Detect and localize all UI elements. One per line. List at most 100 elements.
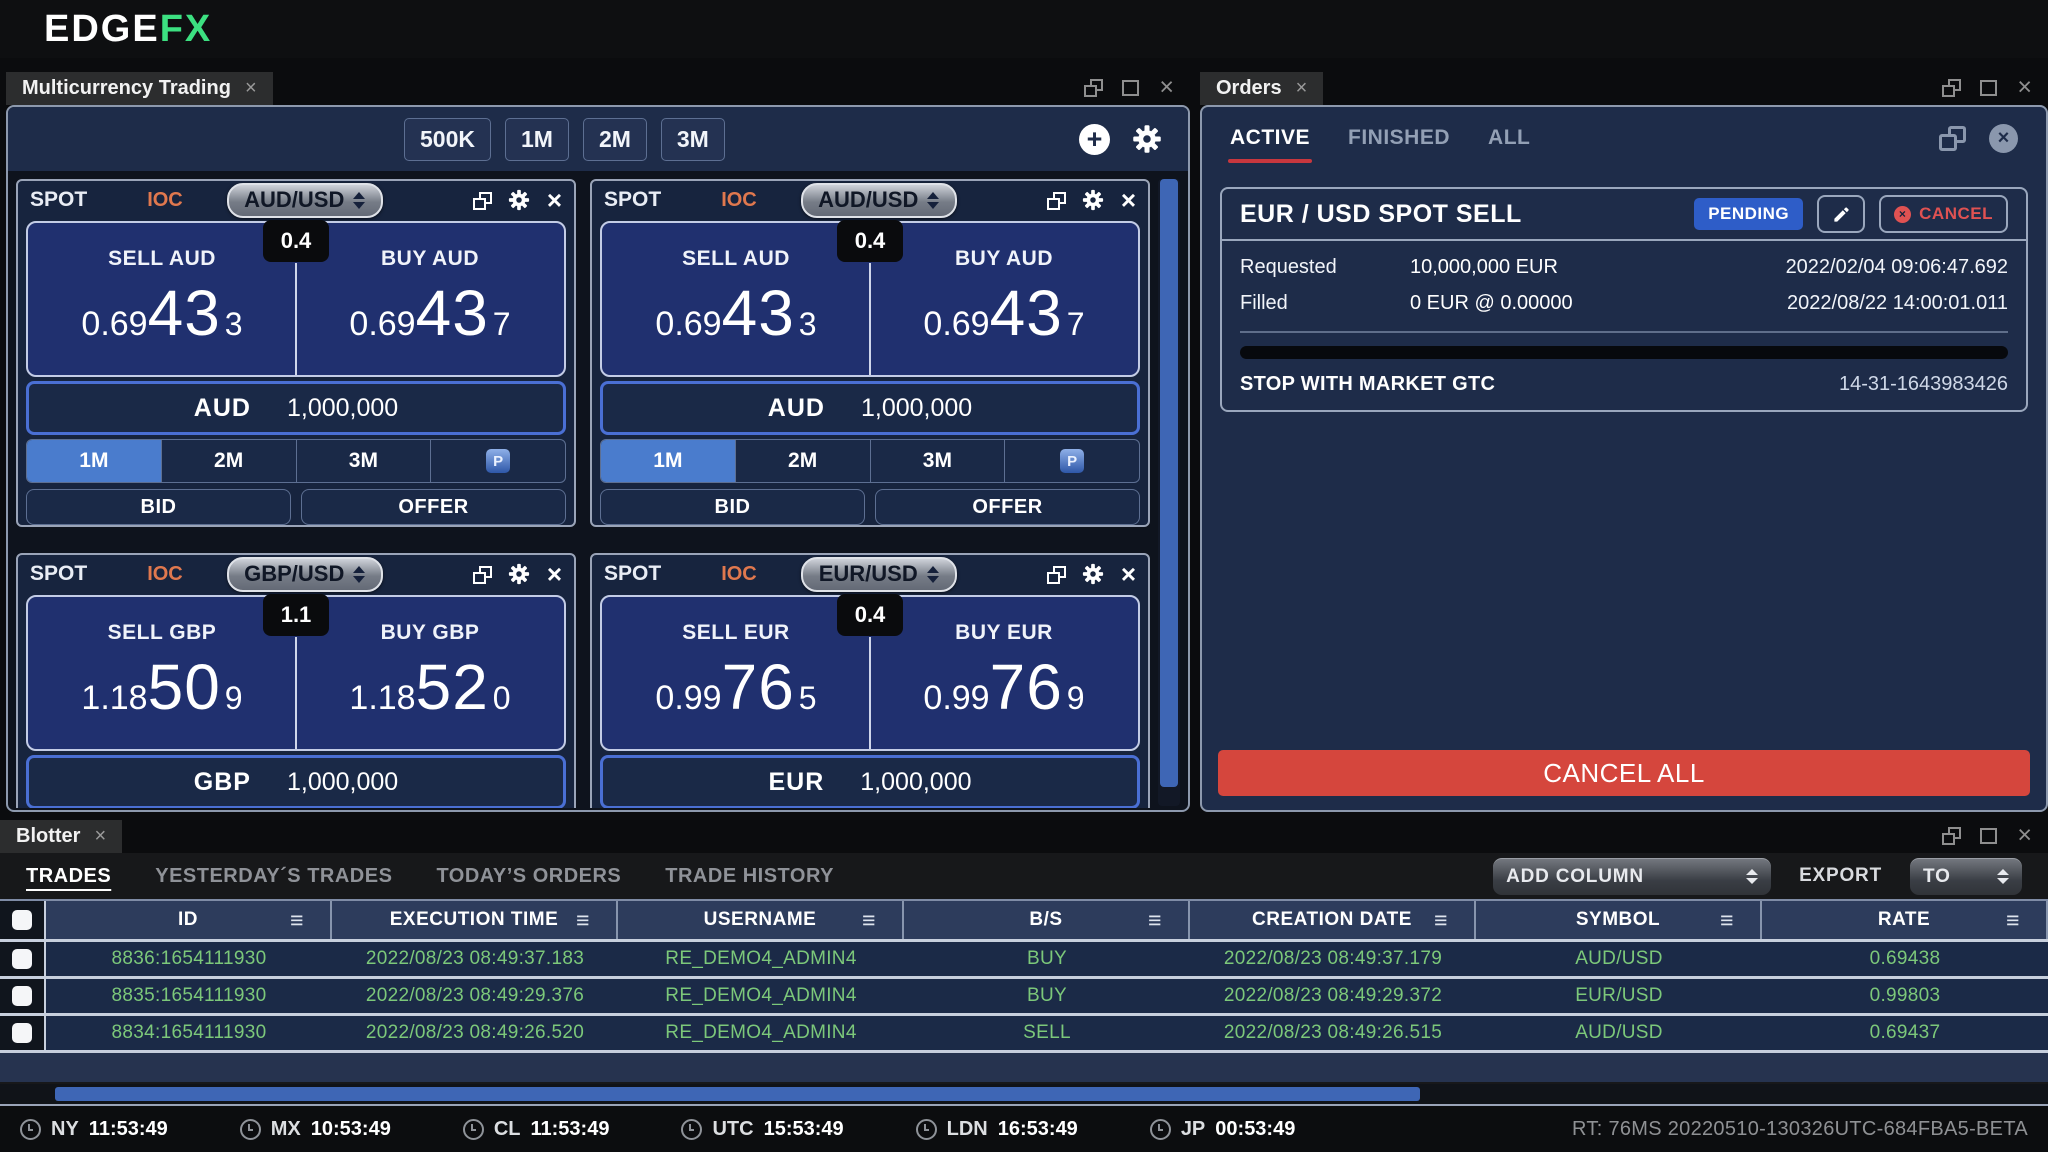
column-menu-icon[interactable]: ≡ bbox=[1720, 907, 1734, 934]
amount-field[interactable]: AUD 1,000,000 bbox=[26, 381, 566, 435]
restore-icon[interactable] bbox=[1942, 79, 1960, 96]
close-icon[interactable]: × bbox=[2017, 827, 2032, 844]
row-checkbox[interactable] bbox=[12, 949, 32, 969]
edit-order-button[interactable] bbox=[1817, 195, 1865, 233]
buy-button[interactable]: BUY GBP 1.18520 bbox=[296, 597, 564, 749]
add-column-select[interactable]: ADD COLUMN bbox=[1493, 858, 1771, 895]
column-menu-icon[interactable]: ≡ bbox=[576, 907, 590, 934]
amount-preset-p[interactable]: P bbox=[1005, 440, 1139, 482]
popout-icon[interactable] bbox=[1047, 192, 1065, 209]
preset-1m-button[interactable]: 1M bbox=[505, 118, 569, 161]
gear-icon[interactable] bbox=[1082, 189, 1104, 211]
gear-icon[interactable] bbox=[508, 189, 530, 211]
offer-button[interactable]: OFFER bbox=[875, 489, 1140, 525]
close-icon[interactable]: × bbox=[547, 561, 562, 587]
column-menu-icon[interactable]: ≡ bbox=[862, 907, 876, 934]
sell-button[interactable]: SELL AUD 0.69433 bbox=[28, 223, 296, 375]
column-header-bs[interactable]: B/S≡ bbox=[904, 901, 1190, 939]
amount-preset-1m[interactable]: 1M bbox=[601, 440, 736, 482]
close-icon[interactable]: × bbox=[1159, 79, 1174, 96]
sell-button[interactable]: SELL GBP 1.18509 bbox=[28, 597, 296, 749]
export-button[interactable]: EXPORT bbox=[1799, 865, 1882, 887]
preset-500k-button[interactable]: 500K bbox=[404, 118, 491, 161]
preset-3m-button[interactable]: 3M bbox=[661, 118, 725, 161]
maximize-icon[interactable] bbox=[1122, 80, 1139, 96]
close-icon[interactable]: × bbox=[547, 187, 562, 213]
bid-button[interactable]: BID bbox=[26, 489, 291, 525]
tab-trade-history[interactable]: TRADE HISTORY bbox=[665, 865, 834, 888]
column-header-id[interactable]: ID≡ bbox=[46, 901, 332, 939]
tab-active[interactable]: ACTIVE bbox=[1230, 126, 1310, 150]
scrollbar-thumb[interactable] bbox=[55, 1087, 1420, 1101]
bid-button[interactable]: BID bbox=[600, 489, 865, 525]
tab-multicurrency-trading[interactable]: Multicurrency Trading × bbox=[6, 72, 273, 105]
add-tile-icon[interactable]: + bbox=[1079, 124, 1110, 155]
sell-button[interactable]: SELL AUD 0.69433 bbox=[602, 223, 870, 375]
column-menu-icon[interactable]: ≡ bbox=[1148, 907, 1162, 934]
tab-all[interactable]: ALL bbox=[1488, 126, 1530, 150]
amount-preset-1m[interactable]: 1M bbox=[27, 440, 162, 482]
table-row[interactable]: 8834:1654111930 2022/08/23 08:49:26.520 … bbox=[0, 1016, 2048, 1053]
offer-button[interactable]: OFFER bbox=[301, 489, 566, 525]
tab-close-icon[interactable]: × bbox=[1296, 77, 1308, 100]
maximize-icon[interactable] bbox=[1980, 828, 1997, 844]
popout-icon[interactable] bbox=[1939, 126, 1965, 150]
currency-pair-select[interactable]: GBP/USD bbox=[227, 557, 383, 592]
column-header-rate[interactable]: RATE≡ bbox=[1762, 901, 2048, 939]
buy-button[interactable]: BUY AUD 0.69437 bbox=[296, 223, 564, 375]
amount-field[interactable]: EUR 1,000,000 bbox=[600, 755, 1140, 808]
maximize-icon[interactable] bbox=[1980, 80, 1997, 96]
column-menu-icon[interactable]: ≡ bbox=[1434, 907, 1448, 934]
column-header-symbol[interactable]: SYMBOL≡ bbox=[1476, 901, 1762, 939]
close-icon[interactable]: × bbox=[1121, 187, 1136, 213]
column-header-execution-time[interactable]: EXECUTION TIME≡ bbox=[332, 901, 618, 939]
row-checkbox[interactable] bbox=[12, 1023, 32, 1043]
currency-pair-select[interactable]: AUD/USD bbox=[227, 183, 383, 218]
gear-icon[interactable] bbox=[508, 563, 530, 585]
tab-close-icon[interactable]: × bbox=[94, 825, 106, 848]
close-icon[interactable]: × bbox=[1121, 561, 1136, 587]
popout-icon[interactable] bbox=[473, 192, 491, 209]
buy-button[interactable]: BUY EUR 0.99769 bbox=[870, 597, 1138, 749]
export-to-select[interactable]: TO bbox=[1910, 858, 2022, 895]
column-menu-icon[interactable]: ≡ bbox=[290, 907, 304, 934]
tab-orders[interactable]: Orders × bbox=[1200, 72, 1323, 105]
close-icon[interactable]: × bbox=[2017, 79, 2032, 96]
cancel-order-button[interactable]: × CANCEL bbox=[1879, 195, 2008, 233]
row-checkbox[interactable] bbox=[12, 986, 32, 1006]
currency-pair-select[interactable]: EUR/USD bbox=[801, 557, 957, 592]
scrollbar-thumb[interactable] bbox=[1160, 179, 1178, 787]
amount-preset-2m[interactable]: 2M bbox=[162, 440, 297, 482]
column-header-username[interactable]: USERNAME≡ bbox=[618, 901, 904, 939]
amount-preset-3m[interactable]: 3M bbox=[297, 440, 432, 482]
buy-button[interactable]: BUY AUD 0.69437 bbox=[870, 223, 1138, 375]
gear-icon[interactable] bbox=[1082, 563, 1104, 585]
preset-2m-button[interactable]: 2M bbox=[583, 118, 647, 161]
blotter-horizontal-scrollbar[interactable] bbox=[0, 1084, 2048, 1104]
tab-blotter[interactable]: Blotter × bbox=[0, 820, 122, 853]
sell-button[interactable]: SELL EUR 0.99765 bbox=[602, 597, 870, 749]
popout-icon[interactable] bbox=[1047, 566, 1065, 583]
restore-icon[interactable] bbox=[1084, 79, 1102, 96]
column-menu-icon[interactable]: ≡ bbox=[2006, 907, 2020, 934]
restore-icon[interactable] bbox=[1942, 827, 1960, 844]
tab-close-icon[interactable]: × bbox=[245, 77, 257, 100]
table-row[interactable]: 8835:1654111930 2022/08/23 08:49:29.376 … bbox=[0, 979, 2048, 1016]
tiles-vertical-scrollbar[interactable] bbox=[1158, 179, 1180, 806]
select-all-checkbox[interactable] bbox=[12, 910, 32, 930]
amount-preset-3m[interactable]: 3M bbox=[871, 440, 1006, 482]
column-header-creation-date[interactable]: CREATION DATE≡ bbox=[1190, 901, 1476, 939]
amount-preset-2m[interactable]: 2M bbox=[736, 440, 871, 482]
gear-icon[interactable] bbox=[1132, 124, 1162, 154]
tab-trades[interactable]: TRADES bbox=[26, 865, 111, 888]
popout-icon[interactable] bbox=[473, 566, 491, 583]
close-circle-icon[interactable]: × bbox=[1989, 124, 2018, 153]
tab-finished[interactable]: FINISHED bbox=[1348, 126, 1450, 150]
table-row[interactable]: 8836:1654111930 2022/08/23 08:49:37.183 … bbox=[0, 942, 2048, 979]
currency-pair-select[interactable]: AUD/USD bbox=[801, 183, 957, 218]
amount-field[interactable]: GBP 1,000,000 bbox=[26, 755, 566, 808]
amount-field[interactable]: AUD 1,000,000 bbox=[600, 381, 1140, 435]
tab-yesterdays-trades[interactable]: YESTERDAY´S TRADES bbox=[155, 865, 392, 888]
amount-preset-p[interactable]: P bbox=[431, 440, 565, 482]
tab-todays-orders[interactable]: TODAY’S ORDERS bbox=[436, 865, 621, 888]
